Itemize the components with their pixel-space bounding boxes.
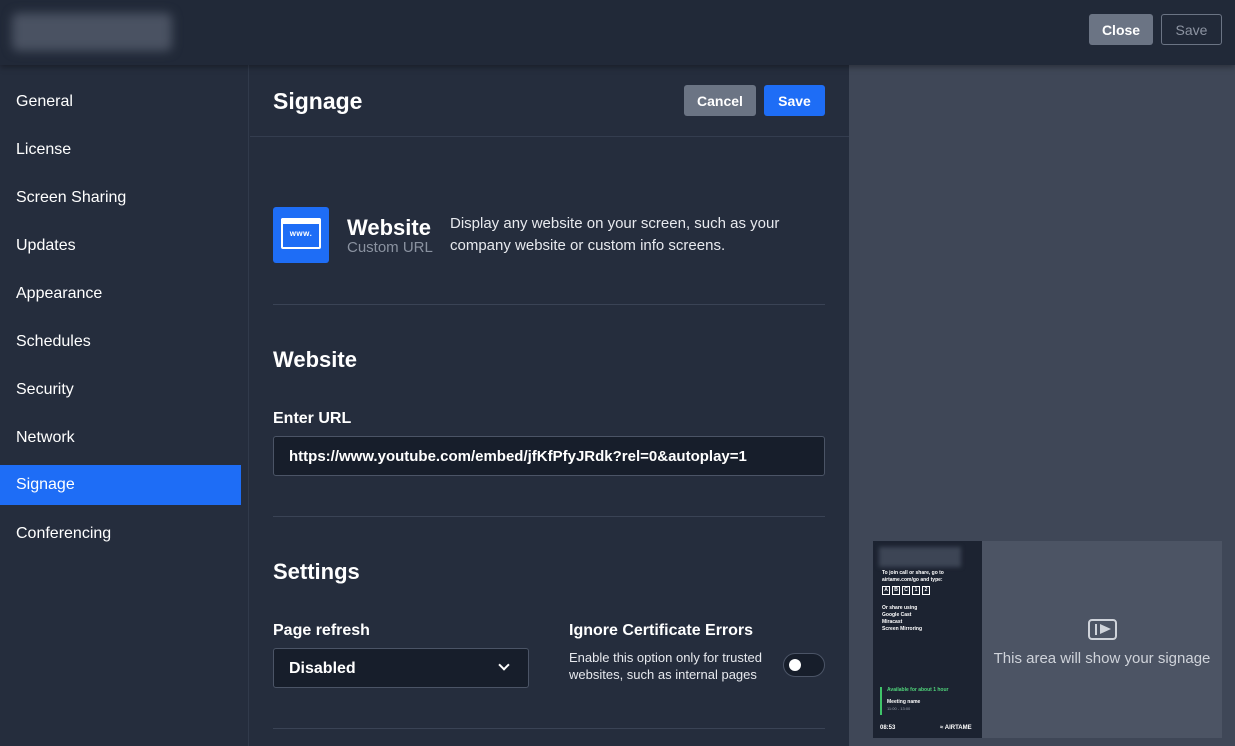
website-icon-label: www. [289,229,313,238]
top-bar: Close Save [0,0,1235,65]
divider [273,728,825,729]
page-refresh-value: Disabled [289,660,356,677]
mini-share-using: Or share using [882,605,918,611]
page-title: Signage [273,88,363,114]
signage-type-title: Website [347,215,431,240]
signage-settings-panel: Signage Cancel Save www. Website Custom … [250,65,849,746]
panel-header: Signage Cancel Save [250,65,849,137]
mini-share-method: Google Cast [882,612,912,618]
mini-share-method: Screen Mirroring [882,626,923,632]
airtame-logo: ≈ AIRTAME [940,725,972,731]
close-button[interactable]: Close [1089,14,1153,45]
mini-code: A B C 1 2 [882,586,930,595]
sidebar-item-screen-sharing[interactable]: Screen Sharing [0,178,241,218]
mini-meeting-time: 11:00 - 13:00 [887,706,911,711]
settings-sidebar: General License Screen Sharing Updates A… [0,65,249,746]
url-label: Enter URL [273,410,352,427]
toggle-knob [789,659,801,671]
mini-join-text: To join call or share, go to airtame.com… [882,570,944,583]
sidebar-item-conferencing[interactable]: Conferencing [0,514,241,554]
sidebar-item-general[interactable]: General [0,82,241,122]
sidebar-item-network[interactable]: Network [0,418,241,458]
play-icon-triangle [1100,624,1111,634]
signage-placeholder: This area will show your signage [982,541,1222,738]
ignore-cert-label: Ignore Certificate Errors [569,622,754,639]
mini-availability-text: Available for about 1 hour [887,687,949,693]
chevron-down-icon [498,659,510,671]
mini-code-char: C [902,586,910,595]
settings-section-title: Settings [273,559,360,584]
sidebar-item-updates[interactable]: Updates [0,226,241,266]
signage-type-description: Display any website on your screen, such… [450,215,780,254]
sidebar-item-license[interactable]: License [0,130,241,170]
sidebar-item-security[interactable]: Security [0,370,241,410]
url-input[interactable] [273,436,825,476]
mini-code-char: A [882,586,890,595]
signage-play-icon [1088,619,1117,640]
save-button[interactable]: Save [764,85,825,116]
page-refresh-select[interactable]: Disabled [273,648,529,688]
sidebar-item-appearance[interactable]: Appearance [0,274,241,314]
ignore-cert-description: Enable this option only for trusted webs… [569,650,762,682]
ignore-cert-toggle[interactable] [783,653,825,677]
signage-type-subtitle: Custom URL [347,239,433,256]
cancel-button[interactable]: Cancel [684,85,756,116]
website-icon: www. [273,207,329,263]
page-refresh-label: Page refresh [273,622,370,639]
browser-bar-shape [281,218,321,224]
sidebar-item-signage[interactable]: Signage [0,465,241,505]
top-save-button[interactable]: Save [1161,14,1222,45]
divider [273,304,825,305]
mini-code-char: B [892,586,900,595]
sidebar-item-schedules[interactable]: Schedules [0,322,241,362]
signage-preview: To join call or share, go to airtame.com… [873,541,1222,738]
mini-availability: Available for about 1 hour Meeting name … [880,687,949,715]
mini-device-name-blurred [879,547,961,567]
mini-code-char: 2 [922,586,930,595]
device-name-blurred [12,13,172,51]
mini-clock: 08:53 [880,725,896,731]
mini-meeting-name: Meeting name [887,699,921,705]
website-section-title: Website [273,347,357,372]
play-icon-bar [1095,624,1097,635]
mini-code-char: 1 [912,586,920,595]
divider [273,516,825,517]
mini-share-method: Miracast [882,619,903,625]
home-screen-thumbnail: To join call or share, go to airtame.com… [873,541,982,738]
signage-placeholder-text: This area will show your signage [993,650,1211,667]
